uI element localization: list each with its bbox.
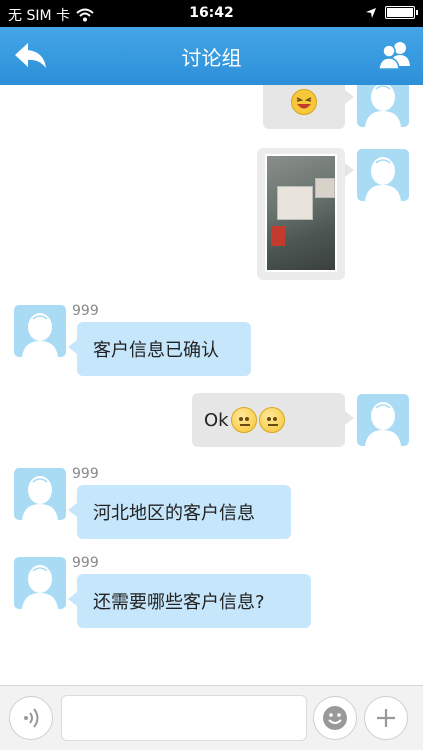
voice-icon [24,708,39,728]
voice-button[interactable] [9,696,53,740]
location-arrow-icon [366,7,376,18]
emoji-button[interactable] [313,696,357,740]
chat-screen: 无 SIM 卡 16:42 讨论组 999 客户信息已确认 Ok 999 河北地… [0,0,423,750]
avatar-contact[interactable] [14,468,66,520]
plus-icon [377,709,395,727]
message-list[interactable]: 999 客户信息已确认 Ok 999 河北地区的客户信息 999 还需要哪些客户… [0,85,423,685]
message-bubble-outgoing[interactable]: Ok [192,393,345,447]
laughing-face-icon [291,89,317,115]
avatar-self[interactable] [357,394,409,446]
message-bubble-incoming[interactable]: 客户信息已确认 [77,322,251,376]
bubble-tail [345,90,354,104]
avatar-person-icon [365,85,401,127]
message-input[interactable] [61,695,307,741]
message-bubble-outgoing[interactable] [263,85,345,129]
nav-bar: 讨论组 [0,27,423,85]
group-members-button[interactable] [377,39,413,73]
smiley-icon [323,706,347,730]
group-members-icon [378,42,410,70]
message-bubble-incoming[interactable]: 河北地区的客户信息 [77,485,291,539]
avatar-person-icon [22,313,58,357]
message-image-outgoing[interactable] [257,148,345,280]
battery-icon [385,6,418,19]
neutral-face-icon [230,407,257,433]
bubble-tail [68,340,77,354]
bubble-tail [345,163,354,177]
photo-detail [315,178,335,198]
avatar-self[interactable] [357,85,409,127]
bubble-tail [345,411,354,425]
nav-title: 讨论组 [181,46,242,70]
message-bubble-incoming[interactable]: 还需要哪些客户信息? [77,574,311,628]
neutral-face-icon [258,407,285,433]
avatar-person-icon [365,157,401,201]
photo-detail [271,226,285,246]
sender-name: 999 [72,466,99,482]
sender-name: 999 [72,555,99,571]
photo-detail [277,186,313,220]
avatar-person-icon [365,402,401,446]
message-text: Ok [204,409,229,431]
avatar-person-icon [22,476,58,520]
plus-button[interactable] [364,696,408,740]
avatar-contact[interactable] [14,557,66,609]
photo-thumbnail [265,154,337,272]
status-right [365,6,418,19]
bubble-tail [68,592,77,606]
avatar-self[interactable] [357,149,409,201]
input-bar [0,685,423,750]
sender-name: 999 [72,303,99,319]
status-time: 16:42 [189,5,234,21]
avatar-contact[interactable] [14,305,66,357]
avatar-person-icon [22,565,58,609]
bubble-tail [68,503,77,517]
status-bar: 无 SIM 卡 16:42 [0,0,423,27]
